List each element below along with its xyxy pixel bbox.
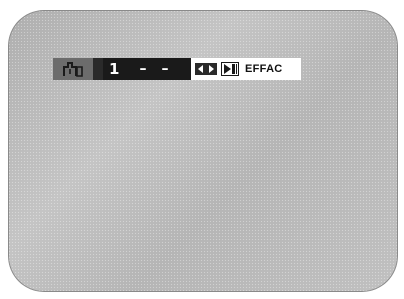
left-right-arrows-icon[interactable] [195, 63, 217, 75]
action-panel: EFFAC [191, 58, 301, 80]
program-mode-icon [62, 61, 84, 77]
track-slot-2: – [161, 61, 169, 77]
skip-next-icon[interactable] [221, 62, 239, 76]
osd-separator [93, 58, 103, 80]
program-osd-bar: 1 – – EFFAC [53, 58, 301, 80]
erase-label[interactable]: EFFAC [245, 63, 283, 75]
mode-indicator [53, 58, 93, 80]
track-entry[interactable]: 1 – – [103, 58, 191, 80]
track-number: 1 [109, 60, 120, 78]
tv-screen: 1 – – EFFAC [8, 10, 398, 292]
track-slot-1: – [139, 61, 147, 77]
